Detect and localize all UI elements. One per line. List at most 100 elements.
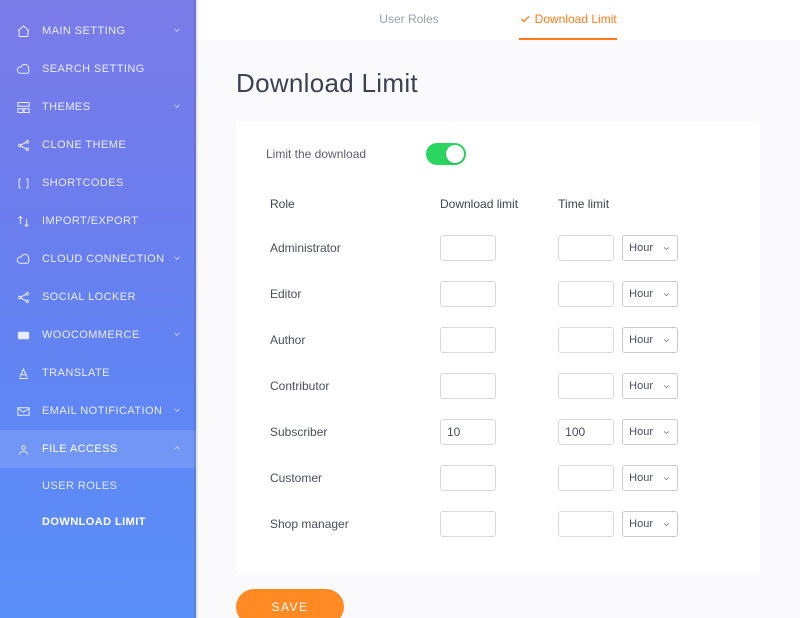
sidebar-item-label: MAIN SETTING	[42, 25, 126, 37]
sidebar-item-search-setting[interactable]: SEARCH SETTING	[0, 50, 196, 88]
time-unit-value: Hour	[629, 288, 653, 300]
submenu-file-access: USER ROLES DOWNLOAD LIMIT	[0, 468, 196, 540]
th-download-limit: Download limit	[436, 189, 554, 225]
toggle-label: Limit the download	[266, 147, 366, 161]
time-limit-input[interactable]	[558, 419, 614, 445]
time-unit-value: Hour	[629, 380, 653, 392]
chevron-down-icon	[662, 520, 671, 529]
sidebar-item-label: THEMES	[42, 101, 90, 113]
time-limit-input[interactable]	[558, 235, 614, 261]
home-icon	[14, 24, 32, 39]
time-unit-select[interactable]: Hour	[622, 235, 678, 261]
chevron-down-icon	[662, 290, 671, 299]
time-limit-input[interactable]	[558, 511, 614, 537]
toggle-knob	[446, 145, 464, 163]
sidebar-menu: MAIN SETTING SEARCH SETTING THEMES CLONE…	[0, 0, 196, 540]
time-limit-input[interactable]	[558, 327, 614, 353]
sidebar-item-clone-theme[interactable]: CLONE THEME	[0, 126, 196, 164]
download-limit-input[interactable]	[440, 235, 496, 261]
time-unit-select[interactable]: Hour	[622, 511, 678, 537]
table-row: Shop manager Hour	[266, 501, 730, 547]
main-panel: User Roles Download Limit Download Limit…	[196, 0, 800, 618]
toggle-row: Limit the download	[266, 143, 730, 165]
check-icon	[519, 13, 531, 25]
time-unit-select[interactable]: Hour	[622, 373, 678, 399]
chevron-down-icon	[662, 382, 671, 391]
save-button[interactable]: SAVE	[236, 589, 344, 618]
th-time-limit: Time limit	[554, 189, 730, 225]
time-unit-value: Hour	[629, 242, 653, 254]
sidebar-item-email-notification[interactable]: EMAIL NOTIFICATION	[0, 392, 196, 430]
tab-download-limit[interactable]: Download Limit	[519, 0, 617, 40]
time-unit-value: Hour	[629, 426, 653, 438]
role-cell: Author	[266, 317, 436, 363]
download-limit-input[interactable]	[440, 327, 496, 353]
table-row: CustomerHour	[266, 455, 730, 501]
table-row: Editor Hour	[266, 271, 730, 317]
tabs: User Roles Download Limit	[196, 0, 800, 40]
download-limit-input[interactable]	[440, 511, 496, 537]
sidebar-item-label: FILE ACCESS	[42, 443, 118, 455]
time-unit-select[interactable]: Hour	[622, 281, 678, 307]
content: Download Limit Limit the download Role D…	[196, 40, 800, 618]
sidebar: MAIN SETTING SEARCH SETTING THEMES CLONE…	[0, 0, 196, 618]
sidebar-item-import-export[interactable]: IMPORT/EXPORT	[0, 202, 196, 240]
download-limit-input[interactable]	[440, 281, 496, 307]
layout-icon	[14, 100, 32, 115]
chevron-down-icon	[662, 244, 671, 253]
time-limit-input[interactable]	[558, 465, 614, 491]
sidebar-item-label: SEARCH SETTING	[42, 63, 145, 75]
table-row: Author Hour	[266, 317, 730, 363]
time-unit-select[interactable]: Hour	[622, 327, 678, 353]
cloud-icon	[14, 62, 32, 77]
download-limit-input[interactable]	[440, 465, 496, 491]
sidebar-item-file-access[interactable]: FILE ACCESS	[0, 430, 196, 468]
chevron-up-icon	[172, 443, 182, 456]
share-icon	[14, 290, 32, 305]
time-unit-value: Hour	[629, 518, 653, 530]
sidebar-item-themes[interactable]: THEMES	[0, 88, 196, 126]
share-icon	[14, 138, 32, 153]
sidebar-item-translate[interactable]: TRANSLATE	[0, 354, 196, 392]
mail-icon	[14, 404, 32, 419]
limit-download-toggle[interactable]	[426, 143, 466, 165]
swap-icon	[14, 214, 32, 229]
submenu-item-download-limit[interactable]: DOWNLOAD LIMIT	[0, 504, 196, 540]
time-unit-value: Hour	[629, 472, 653, 484]
sidebar-item-shortcodes[interactable]: SHORTCODES	[0, 164, 196, 202]
table-row: Subscriber Hour	[266, 409, 730, 455]
sidebar-item-label: WOOCOMMERCE	[42, 329, 140, 341]
time-limit-input[interactable]	[558, 373, 614, 399]
download-limit-input[interactable]	[440, 419, 496, 445]
sidebar-item-social-locker[interactable]: SOCIAL LOCKER	[0, 278, 196, 316]
roles-table: Role Download limit Time limit Administr…	[266, 189, 730, 547]
brackets-icon	[14, 176, 32, 191]
chevron-down-icon	[172, 329, 182, 342]
submenu-item-user-roles[interactable]: USER ROLES	[0, 468, 196, 504]
font-icon	[14, 366, 32, 381]
sidebar-item-cloud-connection[interactable]: CLOUD CONNECTION	[0, 240, 196, 278]
sidebar-item-woocommerce[interactable]: WOOCOMMERCE	[0, 316, 196, 354]
chevron-down-icon	[662, 336, 671, 345]
time-limit-input[interactable]	[558, 281, 614, 307]
role-cell: Editor	[266, 271, 436, 317]
tab-user-roles[interactable]: User Roles	[379, 0, 438, 40]
table-row: AdministratorHour	[266, 225, 730, 271]
tab-label: Download Limit	[535, 12, 617, 26]
role-cell: Subscriber	[266, 409, 436, 455]
sidebar-item-label: SHORTCODES	[42, 177, 124, 189]
download-limit-input[interactable]	[440, 373, 496, 399]
sidebar-item-label: CLOUD CONNECTION	[42, 253, 165, 265]
time-unit-select[interactable]: Hour	[622, 419, 678, 445]
role-cell: Shop manager	[266, 501, 436, 547]
sidebar-item-main-setting[interactable]: MAIN SETTING	[0, 12, 196, 50]
time-unit-select[interactable]: Hour	[622, 465, 678, 491]
tab-label: User Roles	[379, 12, 438, 26]
sidebar-item-label: SOCIAL LOCKER	[42, 291, 136, 303]
woo-icon	[14, 328, 32, 343]
time-unit-value: Hour	[629, 334, 653, 346]
sidebar-item-label: IMPORT/EXPORT	[42, 215, 138, 227]
chevron-down-icon	[172, 253, 182, 266]
user-icon	[14, 442, 32, 457]
chevron-down-icon	[662, 474, 671, 483]
